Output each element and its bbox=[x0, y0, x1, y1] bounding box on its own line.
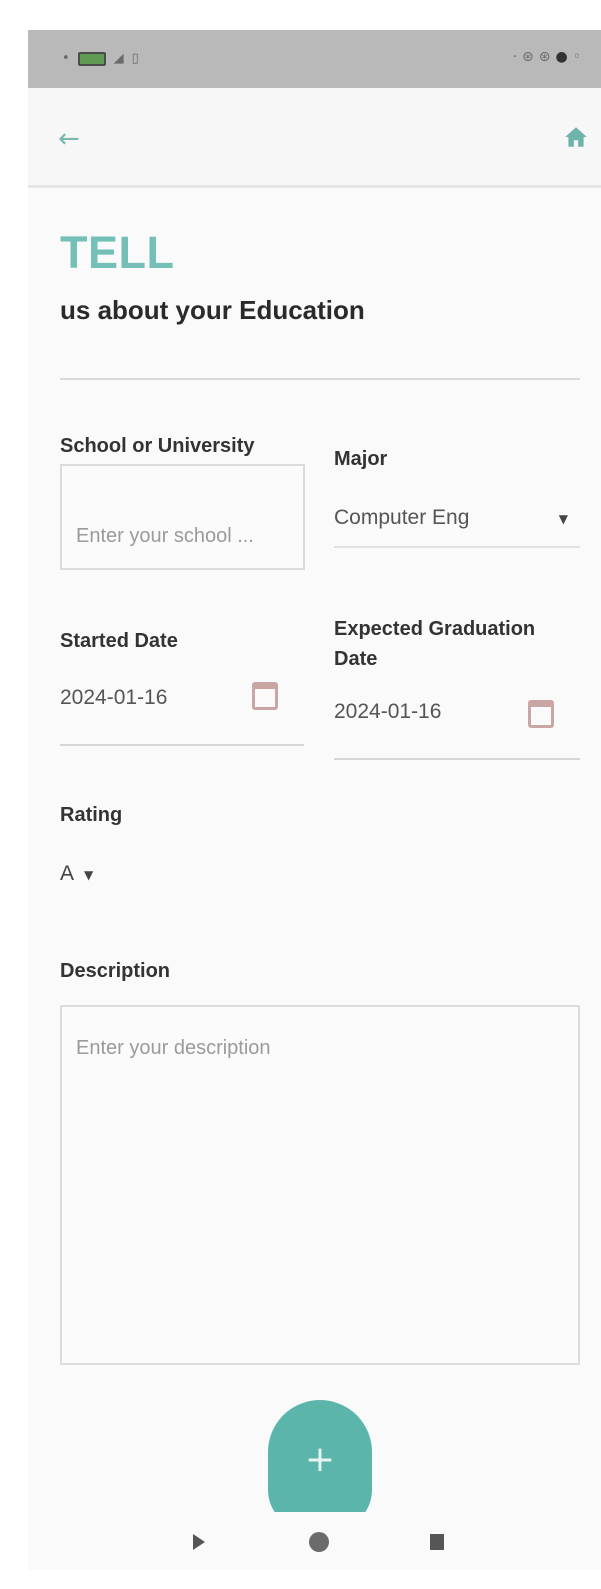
calendar-icon[interactable] bbox=[528, 700, 554, 728]
school-input[interactable] bbox=[60, 464, 305, 570]
status-bar: • ◢ ▯ · ⊛ ⊛ ● ◦ bbox=[28, 30, 601, 88]
add-button[interactable]: + bbox=[268, 1400, 372, 1530]
battery-icon bbox=[77, 51, 106, 66]
started-date-field[interactable]: 2024-01-16 bbox=[60, 676, 304, 746]
home-icon[interactable] bbox=[563, 124, 589, 150]
wifi-icon: ◦ bbox=[572, 49, 581, 65]
started-date-label: Started Date bbox=[60, 630, 178, 652]
calendar-icon[interactable] bbox=[252, 682, 278, 710]
system-nav-bar bbox=[28, 1512, 601, 1570]
page-subheading: us about your Education bbox=[60, 295, 365, 325]
nav-recents-icon[interactable] bbox=[430, 1534, 444, 1550]
chevron-down-icon: ▼ bbox=[84, 868, 94, 882]
school-label: School or University bbox=[60, 435, 255, 457]
sync-icon-2: ⊛ bbox=[538, 49, 551, 65]
sync-icon: ⊛ bbox=[522, 49, 534, 65]
phone-screen: • ◢ ▯ · ⊛ ⊛ ● ◦ ← TELL us about your Edu… bbox=[28, 30, 601, 1570]
rating-value: A bbox=[60, 862, 75, 885]
app-bar: ← bbox=[28, 88, 601, 188]
nav-back-icon[interactable] bbox=[193, 1534, 205, 1550]
arrow-left-icon[interactable]: ← bbox=[58, 124, 88, 154]
rating-label: Rating bbox=[60, 804, 123, 826]
record-icon: ● bbox=[555, 49, 568, 65]
major-value: Computer Eng bbox=[334, 506, 470, 529]
graduation-date-field[interactable]: 2024-01-16 bbox=[334, 690, 580, 760]
notification-icon: • bbox=[62, 51, 70, 66]
status-left: • ◢ ▯ bbox=[62, 51, 139, 66]
description-textarea[interactable] bbox=[60, 1005, 580, 1365]
graduation-date-value: 2024-01-16 bbox=[334, 700, 442, 723]
section-divider bbox=[60, 378, 580, 380]
status-right: · ⊛ ⊛ ● ◦ bbox=[513, 49, 581, 65]
nav-home-icon[interactable] bbox=[309, 1532, 329, 1552]
started-date-value: 2024-01-16 bbox=[60, 686, 168, 709]
chevron-down-icon: ▼ bbox=[558, 512, 568, 526]
signal-icon: ◢ bbox=[113, 51, 124, 66]
description-label: Description bbox=[60, 960, 171, 982]
page-heading: TELL bbox=[60, 227, 175, 278]
rating-dropdown[interactable]: A ▼ bbox=[60, 862, 130, 896]
major-label: Major bbox=[334, 448, 388, 470]
major-dropdown[interactable]: Computer Eng ▼ bbox=[334, 500, 580, 548]
graduation-date-label: Expected Graduation Date bbox=[334, 618, 536, 670]
dot-icon: · bbox=[512, 49, 518, 65]
sim-icon: ▯ bbox=[131, 51, 139, 66]
